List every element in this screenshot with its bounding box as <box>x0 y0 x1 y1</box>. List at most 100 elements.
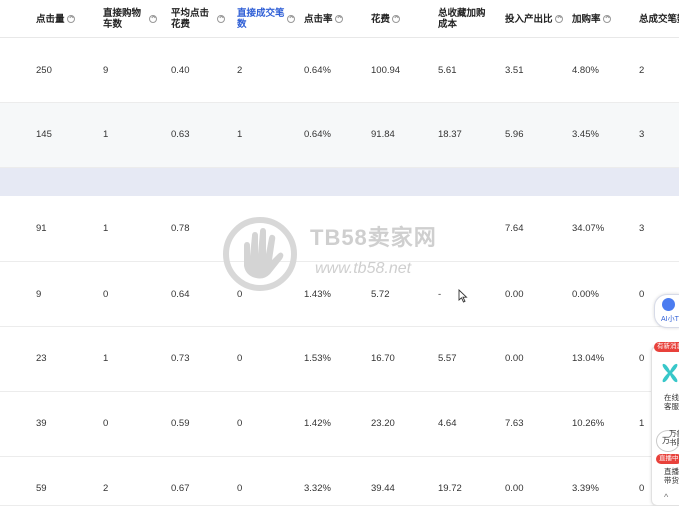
col-label: 直接购物车数 <box>103 8 142 30</box>
cell-fav-cart-cost: 19.72 <box>438 483 462 494</box>
table-row: 59 2 0.67 0 3.32% 39.44 19.72 0.00 3.39% 0 <box>0 457 679 506</box>
col-label: 直接成交笔数 <box>237 8 285 30</box>
col-label: 加购率 <box>572 13 601 25</box>
col-header-ctr[interactable]: 点击率 <box>304 0 343 38</box>
col-header-roi[interactable]: 投入产出比 <box>505 0 563 38</box>
col-header-cart-rate[interactable]: 加购率 <box>572 0 611 38</box>
table-header: 点击量 直接购物车数 平均点击花费 直接成交笔数 点击率 花费 总收藏加购成本 … <box>0 0 679 38</box>
cell-roi: 5.96 <box>505 129 524 140</box>
cell-fav-cart-cost: 4.64 <box>438 418 457 429</box>
sort-icon[interactable] <box>602 15 611 23</box>
ai-assistant-button[interactable]: AI小T <box>654 294 679 328</box>
cell-cart-rate: 0.00% <box>572 289 599 300</box>
sort-icon[interactable] <box>66 15 75 23</box>
cell-roi: 0.00 <box>505 483 524 494</box>
cell-avg-click-cost: 0.78 <box>171 223 190 234</box>
cell-fav-cart-cost: 18.37 <box>438 129 462 140</box>
ai-assistant-label: AI小T <box>661 316 679 323</box>
live-label-1[interactable]: 直播 <box>664 467 679 476</box>
cell-ctr: 0.64% <box>304 129 331 140</box>
sort-icon[interactable] <box>554 15 563 23</box>
cell-ctr: 1.53% <box>304 353 331 364</box>
cell-avg-click-cost: 0.67 <box>171 483 190 494</box>
col-label: 花费 <box>371 13 391 25</box>
cell-clicks: 250 <box>36 65 52 76</box>
cell-clicks: 145 <box>36 129 52 140</box>
wanxiang-label-2[interactable]: 书院 <box>669 438 679 447</box>
cell-clicks: 23 <box>36 353 47 364</box>
cell-ctr: 3.32% <box>304 483 331 494</box>
cell-direct-cart: 1 <box>103 129 109 140</box>
ai-robot-icon <box>662 298 675 311</box>
cell-total-orders: 0 <box>639 353 645 364</box>
cell-fav-cart-cost: 5.57 <box>438 353 457 364</box>
cell-direct-cart: 0 <box>103 289 109 300</box>
col-label: 点击量 <box>36 13 65 25</box>
sort-icon[interactable] <box>287 15 295 23</box>
live-label-2[interactable]: 带货 <box>664 476 679 485</box>
cell-clicks: 9 <box>36 289 42 300</box>
col-header-avg-click-cost[interactable]: 平均点击花费 <box>171 0 225 38</box>
cell-direct-orders: 0 <box>237 353 243 364</box>
cell-cart-rate: 4.80% <box>572 65 599 76</box>
col-header-direct-cart[interactable]: 直接购物车数 <box>103 0 157 38</box>
mouse-cursor-icon <box>458 289 468 303</box>
cell-direct-orders: 0 <box>237 418 243 429</box>
col-header-total-orders[interactable]: 总成交笔数 <box>639 0 679 38</box>
group-separator <box>0 168 679 196</box>
cell-direct-orders: 0 <box>237 483 243 494</box>
cell-cost: 39.44 <box>371 483 395 494</box>
online-service-label-1[interactable]: 在线 <box>664 393 679 402</box>
table-row: 23 1 0.73 0 1.53% 16.70 5.57 0.00 13.04% 0 <box>0 327 679 392</box>
cell-cart-rate: 13.04% <box>572 353 605 364</box>
col-label: 总成交笔数 <box>639 13 679 25</box>
table-row: 39 0 0.59 0 1.42% 23.20 4.64 7.63 10.26% 1 <box>0 392 679 457</box>
col-header-fav-cart-cost[interactable]: 总收藏加购成本 <box>438 0 494 38</box>
online-service-label-2[interactable]: 客服 <box>664 402 679 411</box>
watermark: TB58卖家网 www.tb58.net <box>222 216 462 296</box>
cell-clicks: 39 <box>36 418 47 429</box>
cell-roi: 7.63 <box>505 418 524 429</box>
sort-icon[interactable] <box>149 15 157 23</box>
col-header-direct-orders[interactable]: 直接成交笔数 <box>237 0 295 38</box>
cell-avg-click-cost: 0.59 <box>171 418 190 429</box>
watermark-url: www.tb58.net <box>315 260 412 277</box>
cell-cart-rate: 3.39% <box>572 483 599 494</box>
hand-logo-icon <box>223 217 297 291</box>
cell-fav-cart-cost: 5.61 <box>438 65 457 76</box>
cell-ctr: 1.42% <box>304 418 331 429</box>
cell-clicks: 91 <box>36 223 47 234</box>
cell-clicks: 59 <box>36 483 47 494</box>
cell-ctr: 0.64% <box>304 65 331 76</box>
watermark-title: TB58卖家网 <box>310 225 437 250</box>
customer-service-icon[interactable] <box>660 361 679 385</box>
cell-direct-cart: 2 <box>103 483 109 494</box>
cell-roi: 3.51 <box>505 65 524 76</box>
collapse-arrow-icon[interactable]: ^ <box>664 493 668 502</box>
cell-cost: 100.94 <box>371 65 401 76</box>
cell-total-orders: 3 <box>639 223 645 234</box>
cell-total-orders: 0 <box>639 289 645 300</box>
table-row: 250 9 0.40 2 0.64% 100.94 5.61 3.51 4.80% 2 <box>0 38 679 103</box>
service-panel: 有新消息 在线 客服 万 万象 书院 直播中 直播 带货 ^ <box>651 342 679 506</box>
cell-direct-cart: 1 <box>103 353 109 364</box>
col-label: 平均点击花费 <box>171 8 210 30</box>
cell-avg-click-cost: 0.64 <box>171 289 190 300</box>
cell-cost: 91.84 <box>371 129 395 140</box>
cell-roi: 0.00 <box>505 353 524 364</box>
cell-direct-cart: 0 <box>103 418 109 429</box>
wanxiang-label-1[interactable]: 万象 <box>669 429 679 438</box>
sort-icon[interactable] <box>392 15 401 23</box>
col-label: 点击率 <box>304 13 333 25</box>
cell-total-orders: 0 <box>639 483 645 494</box>
floating-tool-bar: AI小T 有新消息 在线 客服 万 万象 书院 直播中 直播 带货 ^ <box>651 294 679 506</box>
col-header-clicks[interactable]: 点击量 <box>36 0 75 38</box>
sort-icon[interactable] <box>334 15 343 23</box>
col-header-cost[interactable]: 花费 <box>371 0 401 38</box>
sort-icon[interactable] <box>217 15 225 23</box>
cell-avg-click-cost: 0.73 <box>171 353 190 364</box>
col-label: 投入产出比 <box>505 13 553 25</box>
cell-roi: 7.64 <box>505 223 524 234</box>
table-row: 145 1 0.63 1 0.64% 91.84 18.37 5.96 3.45% 3 <box>0 103 679 168</box>
cell-roi: 0.00 <box>505 289 524 300</box>
